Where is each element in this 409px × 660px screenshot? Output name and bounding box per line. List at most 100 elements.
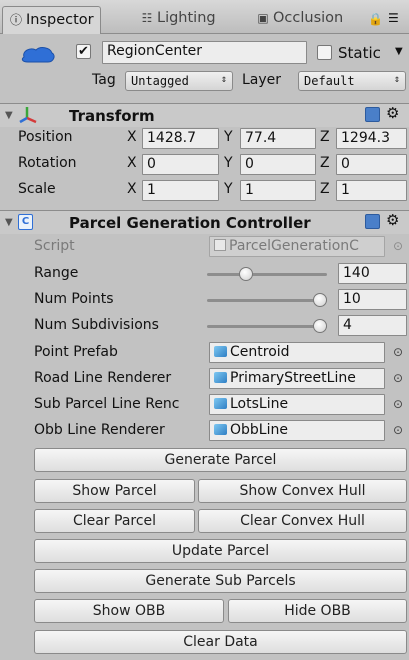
point-prefab-field[interactable]: Centroid [209, 342, 385, 363]
update-parcel-button[interactable]: Update Parcel [34, 539, 407, 563]
generate-parcel-button[interactable]: Generate Parcel [34, 448, 407, 472]
tag-dropdown[interactable]: Untagged ⇕ [125, 71, 233, 91]
rotation-label: Rotation [18, 155, 77, 171]
axis-x-label: X [127, 155, 137, 171]
range-slider-track[interactable] [207, 273, 327, 276]
sub-parcel-line-renderer-value: LotsLine [230, 396, 289, 412]
tab-lighting[interactable]: ☷ Lighting [134, 6, 222, 34]
menu-icon[interactable]: ☰ [388, 11, 399, 25]
position-y-field[interactable]: 77.4 [240, 128, 316, 149]
scale-y-field[interactable]: 1 [240, 180, 316, 201]
axis-x-label: X [127, 129, 137, 145]
info-icon: ⓘ [9, 13, 22, 27]
tab-inspector[interactable]: ⓘ Inspector [2, 6, 101, 34]
show-parcel-button[interactable]: Show Parcel [34, 479, 195, 503]
lighting-icon: ☷ [141, 11, 153, 25]
axis-x-label: X [127, 181, 137, 197]
num-subdivisions-slider-track[interactable] [207, 325, 327, 328]
object-picker-icon[interactable]: ⊙ [393, 345, 403, 359]
foldout-arrow-icon[interactable]: ▼ [5, 217, 13, 228]
road-line-renderer-field[interactable]: PrimaryStreetLine [209, 368, 385, 389]
show-obb-button[interactable]: Show OBB [34, 599, 224, 623]
tab-lighting-label: Lighting [157, 10, 216, 26]
sub-parcel-line-renderer-field[interactable]: LotsLine [209, 394, 385, 415]
tab-inspector-label: Inspector [26, 12, 94, 28]
static-dropdown-arrow-icon[interactable]: ▼ [395, 46, 403, 57]
component-title: Parcel Generation Controller [69, 214, 311, 232]
tab-occlusion-label: Occlusion [273, 10, 344, 26]
active-checkbox[interactable]: ✔ [76, 44, 91, 59]
position-label: Position [18, 129, 73, 145]
scale-label: Scale [18, 181, 56, 197]
position-z-field[interactable]: 1294.3 [336, 128, 407, 149]
tag-value: Untagged [131, 74, 189, 88]
script-component-icon: C [18, 214, 33, 230]
clear-data-button[interactable]: Clear Data [34, 630, 407, 654]
rotation-x-field[interactable]: 0 [142, 154, 219, 175]
tab-bar: ⓘ Inspector ☷ Lighting ▣ Occlusion 🔒 ☰ [0, 0, 409, 34]
generate-sub-parcels-button[interactable]: Generate Sub Parcels [34, 569, 407, 593]
tag-label: Tag [92, 72, 116, 88]
rotation-y-field[interactable]: 0 [240, 154, 316, 175]
layer-dropdown-arrow-icon: ⇕ [393, 74, 400, 85]
object-picker-icon: ⊙ [393, 239, 404, 253]
scale-x-field[interactable]: 1 [142, 180, 219, 201]
prefab-cube-icon [214, 346, 227, 357]
gameobject-icon [20, 45, 56, 65]
obb-line-renderer-field[interactable]: ObbLine [209, 420, 385, 441]
layer-value: Default [304, 74, 355, 88]
tab-occlusion[interactable]: ▣ Occlusion [250, 6, 349, 34]
point-prefab-label: Point Prefab [34, 344, 118, 360]
lock-icon[interactable]: 🔒 [368, 12, 383, 26]
occlusion-icon: ▣ [257, 11, 269, 25]
transform-icon [18, 105, 38, 125]
axis-z-label: Z [320, 155, 330, 171]
range-value-field[interactable]: 140 [338, 263, 407, 284]
num-subdivisions-slider-thumb[interactable] [313, 319, 327, 333]
left-gutter [0, 34, 14, 660]
static-checkbox[interactable] [317, 45, 332, 60]
road-line-renderer-label: Road Line Renderer [34, 370, 172, 386]
object-picker-icon[interactable]: ⊙ [393, 397, 403, 411]
num-points-label: Num Points [34, 291, 114, 307]
rotation-z-field[interactable]: 0 [336, 154, 407, 175]
num-subdivisions-label: Num Subdivisions [34, 317, 159, 333]
num-points-slider-track[interactable] [207, 299, 327, 302]
show-convex-hull-button[interactable]: Show Convex Hull [198, 479, 407, 503]
clear-parcel-button[interactable]: Clear Parcel [34, 509, 195, 533]
object-name-field[interactable]: RegionCenter [102, 41, 307, 64]
help-book-icon[interactable] [365, 214, 380, 229]
script-file-icon [214, 239, 226, 251]
foldout-arrow-icon[interactable]: ▼ [5, 110, 13, 121]
transform-header[interactable]: ▼ Transform ⚙ [0, 103, 409, 127]
num-points-value-field[interactable]: 10 [338, 289, 407, 310]
range-slider-thumb[interactable] [238, 267, 253, 281]
help-book-icon[interactable] [365, 107, 380, 122]
axis-y-label: Y [224, 155, 233, 171]
hide-obb-button[interactable]: Hide OBB [228, 599, 407, 623]
range-label: Range [34, 265, 79, 281]
obb-line-renderer-label: Obb Line Renderer [34, 422, 165, 438]
num-subdivisions-value-field[interactable]: 4 [338, 315, 407, 336]
component-header[interactable]: ▼ C Parcel Generation Controller ⚙ [0, 210, 409, 234]
num-points-slider-thumb[interactable] [313, 293, 327, 307]
object-picker-icon[interactable]: ⊙ [393, 371, 403, 385]
sub-parcel-line-renderer-label: Sub Parcel Line Renc [34, 396, 180, 412]
axis-y-label: Y [224, 129, 233, 145]
prefab-cube-icon [214, 398, 227, 409]
prefab-cube-icon [214, 424, 227, 435]
obb-line-renderer-value: ObbLine [230, 422, 288, 438]
object-picker-icon[interactable]: ⊙ [393, 423, 403, 437]
point-prefab-value: Centroid [230, 344, 290, 360]
gear-icon[interactable]: ⚙ [386, 211, 399, 229]
layer-label: Layer [242, 72, 282, 88]
static-label: Static [338, 44, 381, 62]
scale-z-field[interactable]: 1 [336, 180, 407, 201]
axis-z-label: Z [320, 181, 330, 197]
script-label: Script [34, 238, 75, 254]
clear-convex-hull-button[interactable]: Clear Convex Hull [198, 509, 407, 533]
layer-dropdown[interactable]: Default ⇕ [298, 71, 406, 91]
position-x-field[interactable]: 1428.7 [142, 128, 219, 149]
script-field: ParcelGenerationC [209, 236, 385, 257]
gear-icon[interactable]: ⚙ [386, 104, 399, 122]
